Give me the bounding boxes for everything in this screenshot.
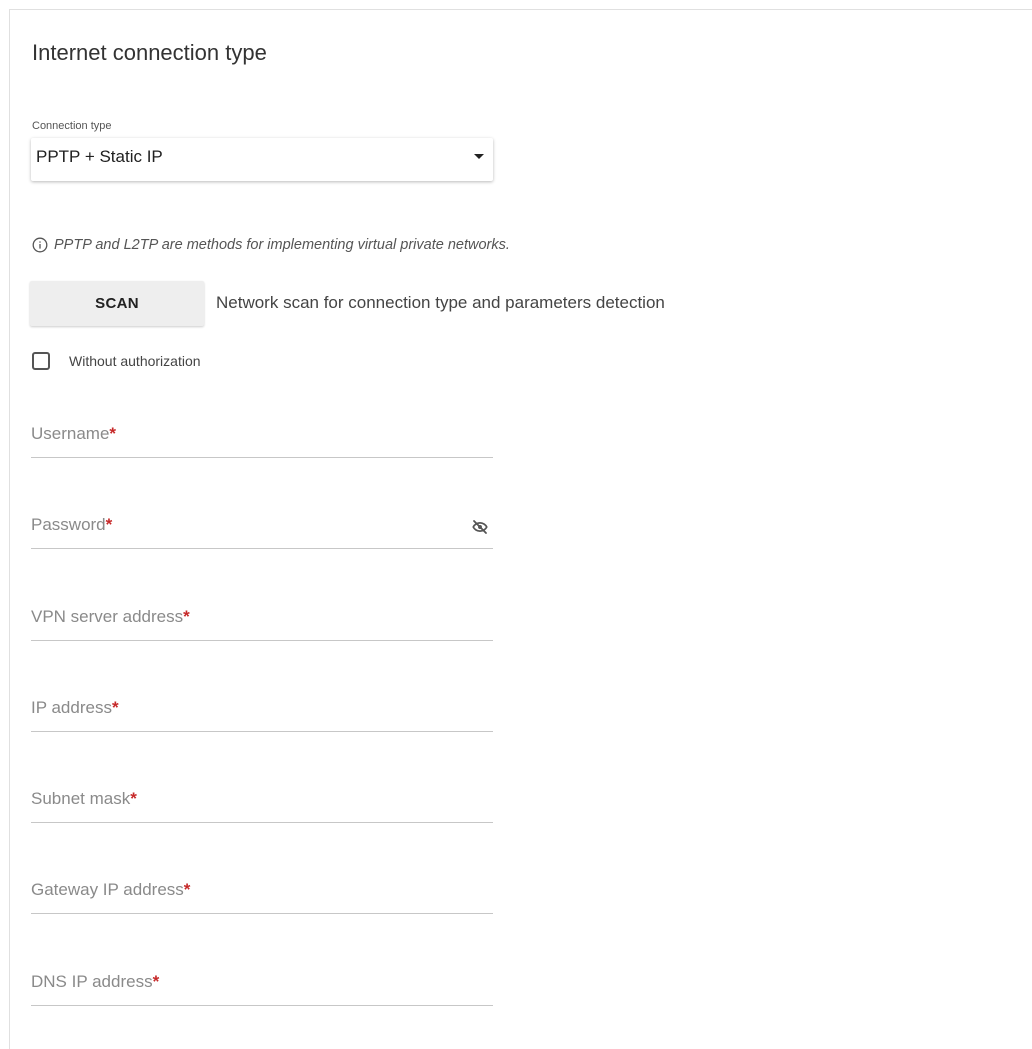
connection-type-caption: Connection type: [32, 120, 112, 132]
caret-down-icon: [474, 154, 484, 159]
without-authorization-label: Without authorization: [69, 353, 201, 369]
gateway-ip-input[interactable]: [31, 874, 493, 913]
ip-address-input[interactable]: [31, 692, 493, 731]
vpn-server-input[interactable]: [31, 601, 493, 640]
scan-description: Network scan for connection type and par…: [216, 292, 665, 312]
vpn-server-field: VPN server address*: [31, 601, 493, 641]
info-text: PPTP and L2TP are methods for implementi…: [54, 236, 510, 253]
username-input[interactable]: [31, 418, 493, 457]
info-note: PPTP and L2TP are methods for implementi…: [32, 236, 510, 253]
gateway-ip-field: Gateway IP address*: [31, 874, 493, 914]
ip-address-field: IP address*: [31, 692, 493, 732]
connection-type-select[interactable]: PPTP + Static IP: [31, 138, 493, 181]
info-circle-icon: [32, 237, 48, 253]
subnet-mask-field: Subnet mask*: [31, 783, 493, 823]
scan-row: SCAN Network scan for connection type an…: [30, 281, 665, 326]
password-field: Password*: [31, 509, 493, 549]
password-input[interactable]: [31, 509, 493, 548]
username-field: Username*: [31, 418, 493, 458]
scan-button[interactable]: SCAN: [30, 281, 204, 326]
subnet-mask-input[interactable]: [31, 783, 493, 822]
connection-type-value: PPTP + Static IP: [36, 146, 163, 166]
checkbox-square[interactable]: [32, 352, 50, 370]
connection-type-select-group: Connection type PPTP + Static IP: [31, 120, 493, 181]
eye-off-icon[interactable]: [471, 518, 489, 536]
dns-ip-input[interactable]: [31, 966, 493, 1005]
without-authorization-checkbox[interactable]: Without authorization: [32, 352, 201, 370]
dns-ip-field: DNS IP address*: [31, 966, 493, 1006]
page-title: Internet connection type: [32, 40, 267, 65]
